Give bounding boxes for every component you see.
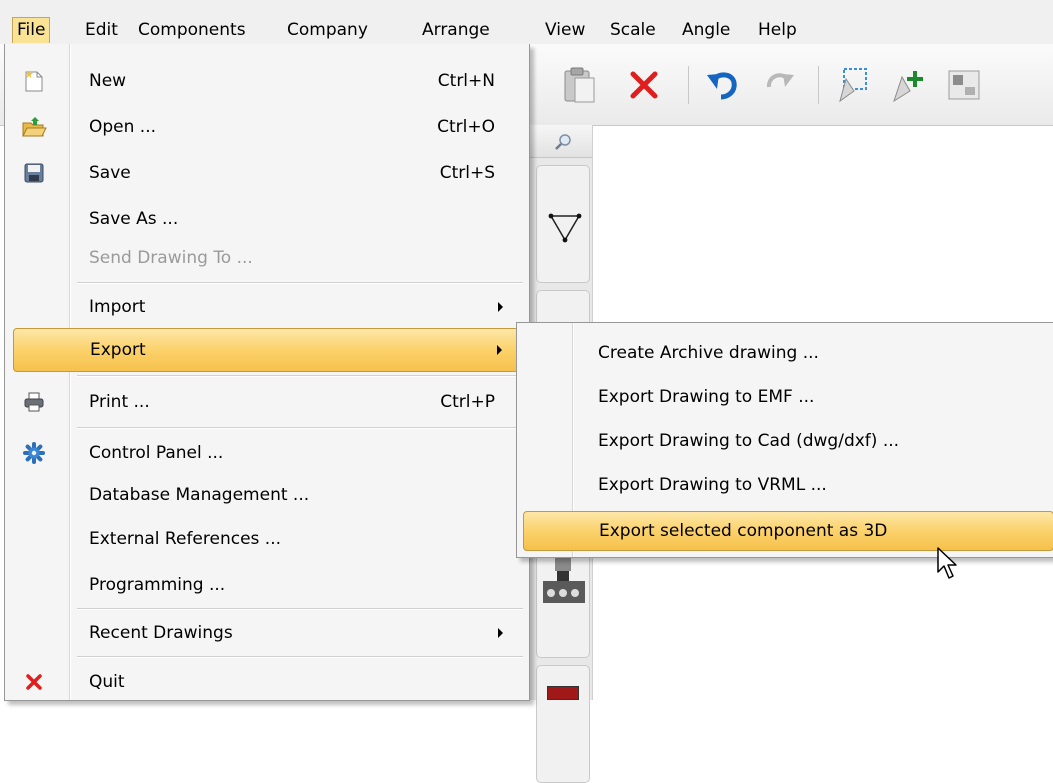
menubar-angle[interactable]: Angle: [678, 17, 734, 43]
menu-item-label: Export: [90, 340, 146, 360]
menu-item-quit[interactable]: Quit: [5, 659, 529, 705]
close-icon: [21, 669, 47, 695]
menu-item-database-management[interactable]: Database Management ...: [5, 472, 529, 518]
menu-item-shortcut: Ctrl+O: [437, 117, 495, 137]
menu-item-label: Send Drawing To ...: [89, 248, 253, 268]
menu-item-export[interactable]: Export: [13, 328, 521, 372]
menu-item-label: Export Drawing to Cad (dwg/dxf) ...: [598, 431, 900, 451]
menu-item-programming[interactable]: Programming ...: [5, 562, 529, 608]
menu-item-shortcut: Ctrl+S: [439, 163, 495, 183]
menu-separator: [77, 427, 523, 429]
menubar-file[interactable]: File: [12, 17, 51, 43]
menu-separator: [77, 375, 523, 377]
menu-item-label: Export Drawing to VRML ...: [598, 475, 827, 495]
menu-item-label: Import: [89, 297, 146, 317]
submenu-arrow-icon: [497, 345, 502, 355]
open-folder-icon: [21, 114, 47, 140]
menu-item-label: Recent Drawings: [89, 623, 233, 643]
component-card[interactable]: [536, 165, 590, 283]
component-thumbnail: [547, 686, 579, 700]
menu-item-label: New: [89, 71, 127, 91]
menubar-edit[interactable]: Edit: [81, 17, 122, 43]
menubar-scale[interactable]: Scale: [606, 17, 660, 43]
menu-item-label: Database Management ...: [89, 485, 310, 505]
gear-icon: [21, 440, 47, 466]
menu-item-recent-drawings[interactable]: Recent Drawings: [5, 610, 529, 656]
menu-item-label: Create Archive drawing ...: [598, 343, 819, 363]
paste-icon[interactable]: [560, 65, 600, 105]
menu-separator: [77, 656, 523, 658]
save-disk-icon: [21, 160, 47, 186]
menu-item-shortcut: Ctrl+N: [437, 71, 495, 91]
redo-icon[interactable]: [760, 65, 800, 105]
menu-item-label: Quit: [89, 672, 125, 692]
menu-item-control-panel[interactable]: Control Panel ...: [5, 430, 529, 476]
menu-item-label: Programming ...: [89, 575, 226, 595]
menu-bar: File Edit Components Company Arrange Vie…: [0, 0, 1053, 45]
menu-item-new[interactable]: New Ctrl+N: [5, 58, 529, 104]
mouse-cursor-icon: [937, 547, 957, 579]
zoom-icon[interactable]: [554, 133, 572, 151]
menubar-help[interactable]: Help: [754, 17, 801, 43]
menu-item-open[interactable]: Open ... Ctrl+O: [5, 104, 529, 150]
menu-item-print[interactable]: Print ... Ctrl+P: [5, 379, 529, 425]
menubar-arrange[interactable]: Arrange: [418, 17, 494, 43]
menu-item-label: Save: [89, 163, 131, 183]
menu-item-label: Open ...: [89, 117, 157, 137]
triangle-shape-icon: [548, 213, 582, 243]
file-menu: New Ctrl+N Open ... Ctrl+O Save Ctrl+S S…: [4, 44, 530, 701]
submenu-arrow-icon: [498, 302, 503, 312]
menu-item-external-references[interactable]: External References ...: [5, 516, 529, 562]
select-area-icon[interactable]: [832, 65, 872, 105]
toolbar-separator: [688, 66, 689, 104]
panel-header: [528, 125, 592, 158]
undo-icon[interactable]: [702, 65, 742, 105]
menu-item-label: Print ...: [89, 392, 150, 412]
menu-item-label: Export Drawing to EMF ...: [598, 387, 815, 407]
menubar-components[interactable]: Components: [134, 17, 250, 43]
menubar-company[interactable]: Company: [283, 17, 372, 43]
new-document-icon: [21, 68, 47, 94]
menubar-view[interactable]: View: [541, 17, 589, 43]
menu-item-export-emf[interactable]: Export Drawing to EMF ...: [517, 375, 1053, 419]
menu-item-label: Control Panel ...: [89, 443, 224, 463]
menu-item-export-selected-3d[interactable]: Export selected component as 3D: [523, 511, 1053, 551]
menu-item-export-vrml[interactable]: Export Drawing to VRML ...: [517, 463, 1053, 507]
menu-item-shortcut: Ctrl+P: [440, 392, 495, 412]
component-card[interactable]: [536, 665, 590, 783]
menu-item-export-cad[interactable]: Export Drawing to Cad (dwg/dxf) ...: [517, 419, 1053, 463]
menu-item-create-archive-drawing[interactable]: Create Archive drawing ...: [517, 331, 1053, 375]
toolbar-separator: [818, 66, 819, 104]
grid-icon[interactable]: [944, 65, 984, 105]
menu-item-import[interactable]: Import: [5, 284, 529, 330]
furniture-icon: [543, 557, 585, 603]
menu-item-send-drawing-to: Send Drawing To ...: [5, 235, 529, 281]
printer-icon: [21, 389, 47, 415]
export-submenu: Create Archive drawing ... Export Drawin…: [516, 322, 1053, 558]
add-pointer-icon[interactable]: [888, 65, 928, 105]
menu-item-save[interactable]: Save Ctrl+S: [5, 150, 529, 196]
delete-icon[interactable]: [624, 65, 664, 105]
menu-item-label: External References ...: [89, 529, 282, 549]
menu-item-label: Export selected component as 3D: [599, 521, 888, 541]
submenu-arrow-icon: [498, 628, 503, 638]
